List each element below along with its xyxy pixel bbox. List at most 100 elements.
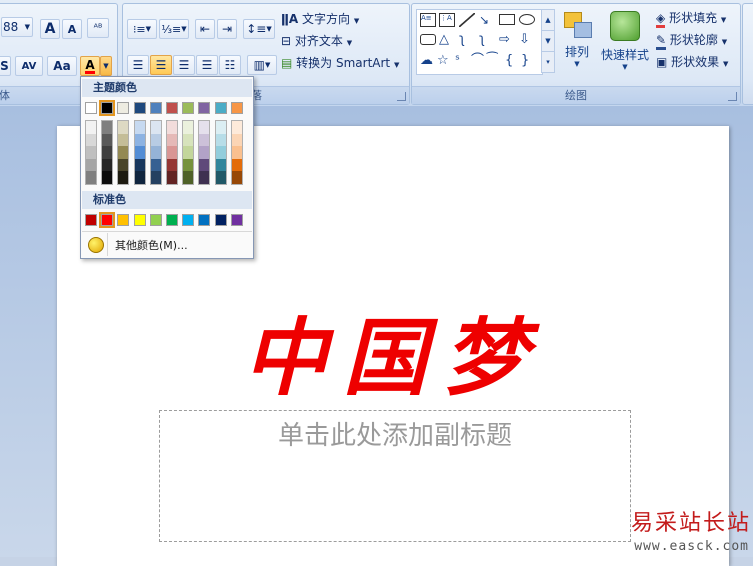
theme-color-swatch[interactable] (182, 102, 195, 114)
vertical-textbox-shape-icon[interactable]: ⋮A (439, 13, 455, 27)
change-case-button[interactable]: Aa (47, 56, 77, 76)
shape-fill-button[interactable]: ◈ 形状填充 ▼ (656, 9, 726, 28)
arrange-button[interactable]: 排列 ▼ (557, 8, 597, 78)
standard-color-swatch[interactable] (182, 214, 195, 226)
right-arrow-shape-icon[interactable]: ⇨ (499, 33, 515, 47)
arc-shape-icon[interactable]: ⌒ (471, 54, 487, 68)
triangle-shape-icon[interactable]: △ (439, 33, 455, 47)
quick-styles-button[interactable]: 快速样式 ▼ (598, 8, 652, 78)
gallery-scroll-down-icon[interactable]: ▼ (541, 30, 555, 52)
star-shape-icon[interactable]: ☆ (437, 54, 453, 68)
subtitle-placeholder-box[interactable]: 单击此处添加副标题 (159, 410, 631, 542)
theme-color-swatch[interactable] (230, 102, 243, 114)
theme-tint-swatch[interactable] (183, 171, 194, 185)
theme-tint-swatch[interactable] (134, 133, 145, 147)
theme-tint-swatch[interactable] (150, 171, 161, 185)
standard-color-swatch[interactable] (117, 214, 130, 226)
more-colors-item[interactable]: 其他颜色(M)... (82, 231, 252, 257)
shadow-button[interactable]: S (0, 56, 11, 76)
curve-shape-icon[interactable]: ⁀ (487, 54, 503, 68)
theme-tint-swatch[interactable] (118, 146, 129, 160)
font-size-combobox[interactable]: 88 ▼ (1, 17, 33, 37)
theme-tint-swatch[interactable] (183, 133, 194, 147)
theme-tint-swatch[interactable] (215, 133, 226, 147)
right-brace-shape-icon[interactable]: } (521, 54, 537, 68)
theme-tint-swatch[interactable] (134, 146, 145, 160)
theme-color-swatch[interactable] (198, 102, 211, 114)
justify-button[interactable]: ☰ (196, 55, 218, 75)
align-center-button[interactable]: ☰ (150, 55, 172, 75)
freeform-shape-icon[interactable]: ˢ (455, 54, 471, 68)
clear-format-button[interactable]: ᴬᴮ (87, 18, 109, 38)
char-spacing-button[interactable]: AV (15, 56, 43, 76)
theme-tint-swatch[interactable] (167, 133, 177, 147)
theme-color-swatch[interactable] (133, 102, 146, 114)
down-arrow-shape-icon[interactable]: ⇩ (519, 33, 535, 47)
gallery-more-icon[interactable]: ▾ (541, 51, 555, 73)
increase-indent-button[interactable]: ⇥ (217, 19, 237, 39)
theme-tint-swatch[interactable] (183, 146, 194, 160)
theme-tint-swatch[interactable] (215, 171, 226, 185)
standard-color-swatch[interactable] (149, 214, 162, 226)
theme-tint-swatch[interactable] (86, 158, 96, 172)
theme-tint-swatch[interactable] (215, 146, 226, 160)
theme-tint-swatch[interactable] (231, 171, 242, 185)
convert-smartart-button[interactable]: ▤ 转换为 SmartArt ▼ (281, 54, 399, 71)
line-shape-icon[interactable] (459, 13, 475, 27)
theme-tint-swatch[interactable] (167, 171, 177, 185)
theme-tint-swatch[interactable] (199, 146, 210, 160)
standard-color-swatch[interactable] (166, 214, 178, 226)
theme-color-swatch[interactable] (117, 102, 130, 114)
theme-tint-swatch[interactable] (118, 171, 129, 185)
theme-tint-swatch[interactable] (102, 158, 113, 172)
cloud-shape-icon[interactable]: ☁ (420, 54, 436, 68)
theme-tint-swatch[interactable] (134, 171, 145, 185)
standard-color-swatch[interactable] (230, 214, 243, 226)
paragraph-launcher-icon[interactable] (397, 92, 406, 101)
standard-color-swatch[interactable] (214, 214, 227, 226)
align-left-button[interactable]: ☰ (127, 55, 149, 75)
arrow-line-shape-icon[interactable]: ↘ (479, 13, 495, 27)
shape-outline-button[interactable]: ✎ 形状轮廓 ▼ (656, 31, 727, 50)
font-color-button[interactable]: A (80, 56, 100, 76)
shape-effects-button[interactable]: ▣ 形状效果 ▼ (656, 53, 728, 70)
theme-tint-swatch[interactable] (199, 171, 210, 185)
left-brace-shape-icon[interactable]: { (505, 54, 521, 68)
theme-tint-swatch[interactable] (86, 146, 96, 160)
theme-tint-swatch[interactable] (215, 121, 226, 134)
shrink-font-button[interactable]: A (62, 19, 82, 39)
slide-title[interactable]: 中国梦 (57, 291, 729, 412)
theme-tint-swatch[interactable] (118, 158, 129, 172)
theme-tint-swatch[interactable] (150, 158, 161, 172)
theme-tint-swatch[interactable] (102, 133, 113, 147)
theme-tint-swatch[interactable] (102, 146, 113, 160)
theme-tint-swatch[interactable] (150, 121, 161, 134)
theme-color-swatch[interactable] (85, 102, 97, 114)
theme-tint-swatch[interactable] (134, 158, 145, 172)
text-direction-button[interactable]: ǁA 文字方向 ▼ (281, 10, 359, 27)
theme-tint-swatch[interactable] (231, 158, 242, 172)
theme-tint-swatch[interactable] (86, 171, 96, 185)
columns-button[interactable]: ▥ ▼ (247, 55, 277, 75)
numbering-button[interactable]: ⅓≡ ▼ (159, 19, 189, 39)
theme-tint-swatch[interactable] (167, 158, 177, 172)
theme-tint-swatch[interactable] (199, 133, 210, 147)
theme-tint-swatch[interactable] (150, 146, 161, 160)
theme-tint-swatch[interactable] (118, 121, 129, 134)
theme-tint-swatch[interactable] (134, 121, 145, 134)
theme-color-swatch[interactable] (99, 100, 116, 116)
theme-color-swatch[interactable] (166, 102, 178, 114)
theme-tint-swatch[interactable] (215, 158, 226, 172)
grow-font-button[interactable]: A (40, 19, 60, 39)
theme-tint-swatch[interactable] (199, 121, 210, 134)
standard-color-swatch[interactable] (198, 214, 211, 226)
decrease-indent-button[interactable]: ⇤ (195, 19, 215, 39)
theme-tint-swatch[interactable] (118, 133, 129, 147)
distributed-button[interactable]: ☷ (219, 55, 241, 75)
theme-tint-swatch[interactable] (167, 121, 177, 134)
oval-shape-icon[interactable] (519, 14, 535, 25)
align-text-button[interactable]: ⊟ 对齐文本 ▼ (281, 32, 352, 49)
rounded-rect-shape-icon[interactable] (420, 34, 436, 45)
theme-tint-swatch[interactable] (231, 121, 242, 134)
theme-tint-swatch[interactable] (150, 133, 161, 147)
